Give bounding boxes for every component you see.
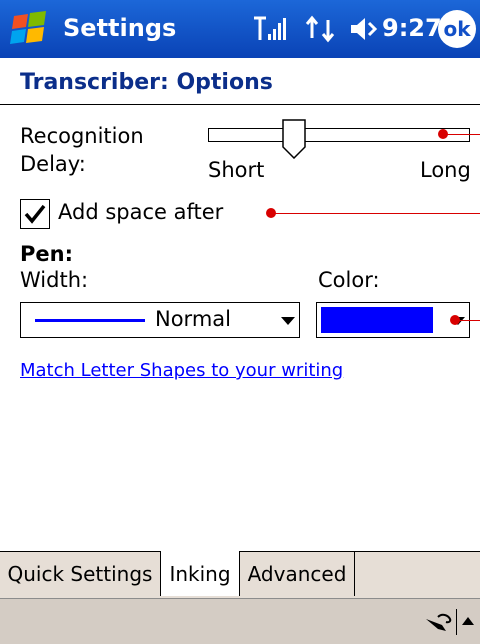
add-space-checkbox[interactable] — [20, 199, 50, 229]
title-bar: Settings 9:27 ok — [0, 0, 480, 58]
checkmark-icon — [24, 204, 46, 224]
color-swatch — [321, 307, 433, 333]
tab-inking[interactable]: Inking — [160, 551, 240, 596]
callout-line — [458, 320, 480, 321]
menu-bar — [0, 598, 480, 644]
connectivity-icon[interactable] — [304, 14, 336, 44]
match-letter-shapes-link[interactable]: Match Letter Shapes to your writing — [20, 360, 343, 381]
clock[interactable]: 9:27 — [382, 14, 442, 42]
add-space-label[interactable]: Add space after — [58, 200, 223, 224]
app-title: Settings — [63, 14, 177, 42]
recognition-delay-label-line1: Recognition — [20, 124, 144, 148]
tab-quick-settings[interactable]: Quick Settings — [0, 552, 161, 596]
chevron-down-icon[interactable] — [281, 317, 295, 325]
callout-line — [446, 134, 480, 135]
tab-advanced[interactable]: Advanced — [240, 552, 355, 596]
input-pen-icon[interactable] — [424, 611, 454, 633]
ok-button[interactable]: ok — [438, 10, 476, 48]
tab-bar: Quick Settings Inking Advanced — [0, 551, 480, 598]
menu-separator — [456, 609, 457, 635]
width-dropdown[interactable]: Normal — [20, 302, 300, 338]
up-arrow-icon[interactable] — [462, 617, 474, 625]
callout-dot — [438, 129, 448, 139]
slider-min-label: Short — [208, 158, 265, 182]
color-dropdown[interactable] — [316, 302, 470, 338]
pen-width-preview — [35, 319, 145, 322]
recognition-delay-slider[interactable] — [208, 128, 470, 142]
width-label: Width: — [20, 268, 89, 292]
slider-max-label: Long — [420, 158, 471, 182]
pen-heading: Pen: — [20, 242, 73, 266]
callout-line — [274, 213, 480, 214]
recognition-delay-label-line2: Delay: — [20, 152, 86, 176]
page-title: Transcriber: Options — [20, 70, 273, 95]
speaker-icon[interactable] — [347, 14, 379, 44]
slider-thumb[interactable] — [282, 119, 306, 159]
width-value: Normal — [155, 307, 231, 331]
callout-dot — [450, 315, 460, 325]
title-divider — [0, 104, 480, 105]
callout-dot — [266, 208, 276, 218]
color-label: Color: — [318, 268, 380, 292]
windows-start-icon[interactable] — [6, 10, 54, 48]
signal-icon[interactable] — [252, 14, 286, 44]
